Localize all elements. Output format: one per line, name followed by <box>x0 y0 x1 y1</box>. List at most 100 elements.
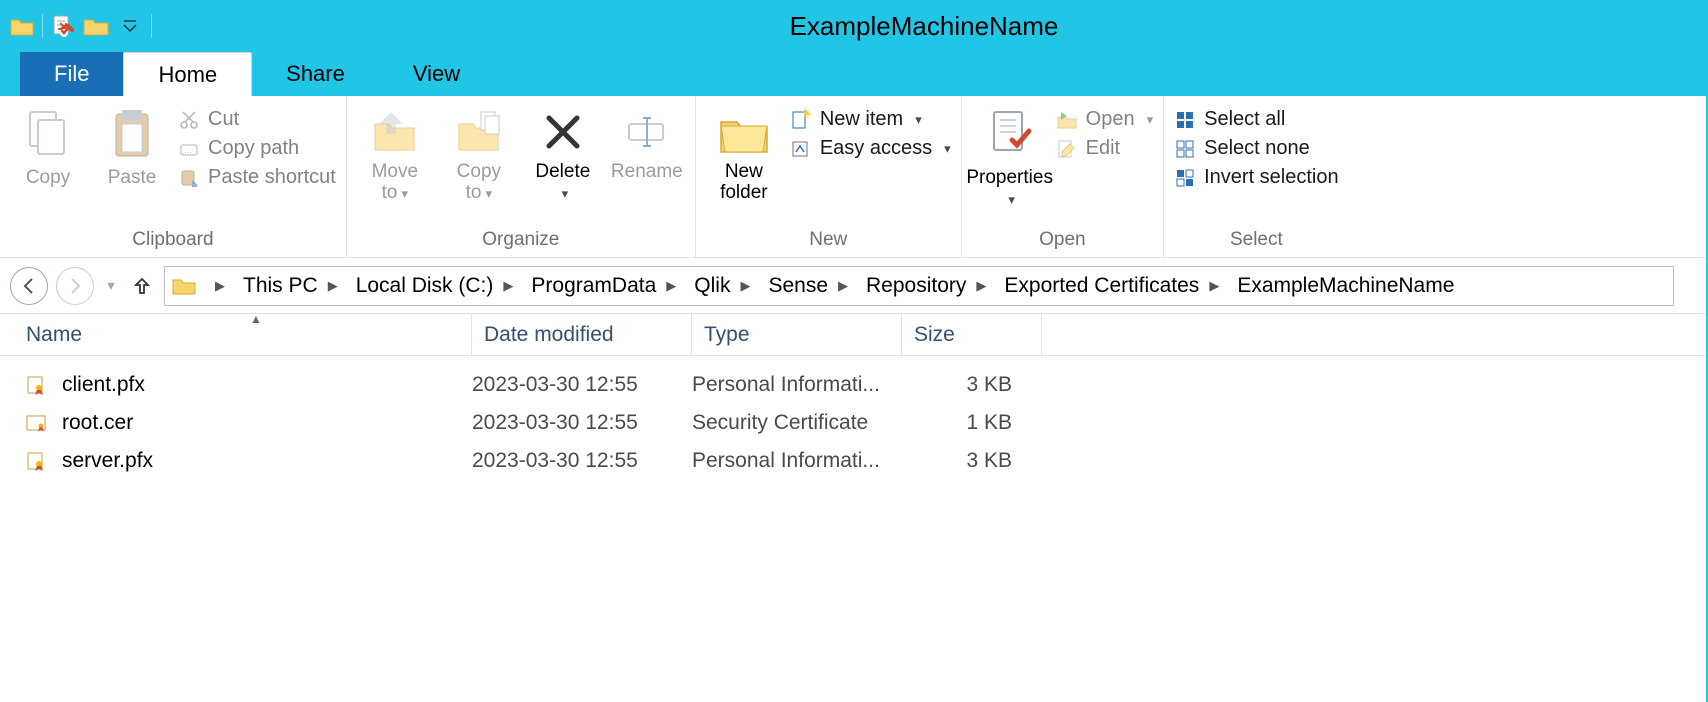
crumb-exported-certs[interactable]: Exported Certificates▶ <box>998 274 1231 298</box>
recent-locations-button[interactable]: ▾ <box>102 277 120 294</box>
new-folder-button[interactable]: New folder <box>706 102 782 208</box>
tab-file[interactable]: File <box>20 52 123 96</box>
copy-button[interactable]: Copy <box>10 102 86 193</box>
file-name: root.cer <box>62 411 472 435</box>
column-size[interactable]: Size <box>902 314 1042 355</box>
copy-path-icon: … <box>178 138 200 160</box>
properties-icon[interactable] <box>51 14 75 38</box>
select-all-label: Select all <box>1204 108 1285 131</box>
copy-to-label: Copy to <box>457 161 501 203</box>
svg-text:…: … <box>184 146 192 155</box>
title-bar: ExampleMachineName <box>0 0 1706 52</box>
copy-to-button[interactable]: Copy to▾ <box>441 102 517 208</box>
rename-label: Rename <box>611 162 683 183</box>
scissors-icon <box>178 109 200 131</box>
open-icon <box>1056 109 1078 131</box>
column-date-modified[interactable]: Date modified <box>472 314 692 355</box>
group-new: New folder New item▾ Easy access▾ New <box>696 96 962 257</box>
crumb-sense[interactable]: Sense▶ <box>762 274 860 298</box>
new-folder-icon[interactable] <box>83 15 109 37</box>
file-date: 2023-03-30 12:55 <box>472 373 692 397</box>
paste-shortcut-label: Paste shortcut <box>208 166 336 189</box>
group-open-label: Open <box>972 227 1153 255</box>
file-name: server.pfx <box>62 449 472 473</box>
paste-button[interactable]: Paste <box>94 102 170 193</box>
crumb-repository[interactable]: Repository▶ <box>860 274 998 298</box>
crumb-this-pc[interactable]: This PC▶ <box>237 274 350 298</box>
column-type[interactable]: Type <box>692 314 902 355</box>
select-none-button[interactable]: Select none <box>1174 137 1339 160</box>
easy-access-label: Easy access <box>820 137 932 160</box>
certificate-cer-icon <box>22 412 50 434</box>
group-organize: Move to▾ Copy to▾ Delete▾ Rename Organiz… <box>347 96 696 257</box>
new-item-label: New item <box>820 108 903 131</box>
file-list: client.pfx 2023-03-30 12:55 Personal Inf… <box>0 356 1706 490</box>
cut-button[interactable]: Cut <box>178 108 336 131</box>
properties-label: Properties <box>966 167 1053 188</box>
invert-selection-button[interactable]: Invert selection <box>1174 166 1339 189</box>
properties-button[interactable]: Properties▾ <box>972 102 1048 214</box>
ribbon: Copy Paste Cut … Copy path <box>0 96 1706 258</box>
new-item-button[interactable]: New item▾ <box>790 108 951 131</box>
forward-button[interactable] <box>56 267 94 305</box>
qat-customize-icon[interactable] <box>117 17 143 35</box>
group-new-label: New <box>706 227 951 255</box>
crumb-programdata[interactable]: ProgramData▶ <box>525 274 688 298</box>
file-size: 3 KB <box>902 449 1042 473</box>
sort-indicator-icon: ▲ <box>250 312 262 326</box>
file-type: Personal Informati... <box>692 449 902 473</box>
quick-access-toolbar <box>10 14 152 38</box>
group-clipboard-label: Clipboard <box>10 227 336 255</box>
list-item[interactable]: root.cer 2023-03-30 12:55 Security Certi… <box>22 404 1684 442</box>
select-all-icon <box>1174 109 1196 131</box>
copy-path-button[interactable]: … Copy path <box>178 137 336 160</box>
paste-label: Paste <box>108 168 157 189</box>
list-item[interactable]: server.pfx 2023-03-30 12:55 Personal Inf… <box>22 442 1684 480</box>
edit-label: Edit <box>1086 137 1120 160</box>
tab-share[interactable]: Share <box>252 52 379 96</box>
back-button[interactable] <box>10 267 48 305</box>
group-select: Select all Select none Invert selection … <box>1164 96 1349 257</box>
up-button[interactable] <box>128 275 156 297</box>
column-name[interactable]: Name <box>22 314 472 355</box>
certificate-pfx-icon <box>22 450 50 472</box>
certificate-pfx-icon <box>22 374 50 396</box>
open-button[interactable]: Open▾ <box>1056 108 1153 131</box>
crumb-current[interactable]: ExampleMachineName <box>1231 274 1460 298</box>
paste-shortcut-button[interactable]: Paste shortcut <box>178 166 336 189</box>
select-none-icon <box>1174 138 1196 160</box>
tab-home[interactable]: Home <box>123 52 252 96</box>
move-to-button[interactable]: Move to▾ <box>357 102 433 208</box>
easy-access-button[interactable]: Easy access▾ <box>790 137 951 160</box>
list-item[interactable]: client.pfx 2023-03-30 12:55 Personal Inf… <box>22 366 1684 404</box>
edit-button[interactable]: Edit <box>1056 137 1153 160</box>
crumb-local-disk[interactable]: Local Disk (C:)▶ <box>350 274 526 298</box>
file-date: 2023-03-30 12:55 <box>472 411 692 435</box>
tab-view[interactable]: View <box>379 52 494 96</box>
group-select-label: Select <box>1174 227 1339 255</box>
select-all-button[interactable]: Select all <box>1174 108 1339 131</box>
file-size: 1 KB <box>902 411 1042 435</box>
file-type: Security Certificate <box>692 411 902 435</box>
open-label: Open <box>1086 108 1135 131</box>
delete-button[interactable]: Delete▾ <box>525 102 601 208</box>
address-folder-icon <box>169 276 199 296</box>
invert-selection-icon <box>1174 167 1196 189</box>
window-title: ExampleMachineName <box>152 11 1696 42</box>
new-item-icon <box>790 109 812 131</box>
cut-label: Cut <box>208 108 239 131</box>
delete-label: Delete <box>535 161 590 182</box>
column-headers: ▲ Name Date modified Type Size <box>0 314 1706 356</box>
group-organize-label: Organize <box>357 227 685 255</box>
file-size: 3 KB <box>902 373 1042 397</box>
easy-access-icon <box>790 138 812 160</box>
crumb-qlik[interactable]: Qlik▶ <box>688 274 762 298</box>
file-date: 2023-03-30 12:55 <box>472 449 692 473</box>
copy-path-label: Copy path <box>208 137 299 160</box>
file-name: client.pfx <box>62 373 472 397</box>
address-bar[interactable]: ▶ This PC▶ Local Disk (C:)▶ ProgramData▶… <box>164 266 1674 306</box>
nav-bar: ▾ ▶ This PC▶ Local Disk (C:)▶ ProgramDat… <box>0 258 1706 314</box>
move-to-label: Move to <box>372 161 418 203</box>
rename-button[interactable]: Rename <box>609 102 685 187</box>
group-clipboard: Copy Paste Cut … Copy path <box>0 96 347 257</box>
